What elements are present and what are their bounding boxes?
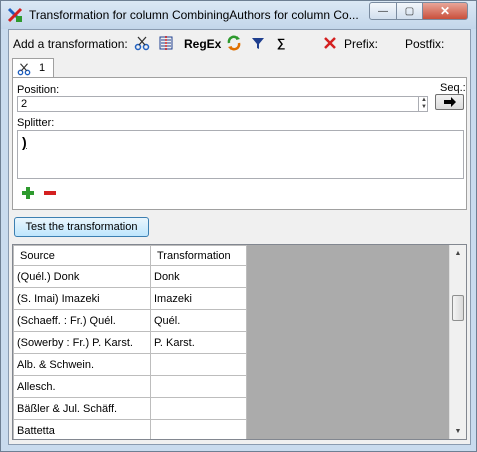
spin-down-icon[interactable]: ▼ (419, 103, 429, 110)
cell-transformation[interactable]: Quél. (150, 309, 247, 332)
position-spinner[interactable]: ▲ ▼ (418, 96, 429, 112)
add-splitter-icon[interactable] (21, 186, 35, 200)
cell-transformation[interactable] (150, 397, 247, 420)
app-window: Transformation for column CombiningAutho… (0, 0, 477, 452)
table-row[interactable]: Battetta (13, 419, 247, 439)
tab-label: 1 (39, 62, 46, 74)
sequence-label: Seq.: (440, 82, 466, 94)
maximize-button[interactable]: ▢ (396, 2, 423, 20)
transformation-panel: Position: Seq.: 2 ▲ ▼ Splitter: ) (12, 77, 467, 210)
table-row[interactable]: (Quél.) Donk Donk (13, 265, 247, 288)
cell-source[interactable]: (Quél.) Donk (13, 265, 151, 288)
spin-up-icon[interactable]: ▲ (419, 96, 429, 103)
position-input[interactable]: 2 (17, 96, 428, 112)
cell-source[interactable]: (Schaeff. : Fr.) Quél. (13, 309, 151, 332)
table-row[interactable]: (Schaeff. : Fr.) Quél. Quél. (13, 309, 247, 332)
cell-source[interactable]: Bäßler & Jul. Schäff. (13, 397, 151, 420)
remove-splitter-icon[interactable] (43, 186, 57, 200)
sequence-button[interactable] (435, 94, 464, 110)
table-row[interactable]: Bäßler & Jul. Schäff. (13, 397, 247, 420)
cell-transformation[interactable]: Donk (150, 265, 247, 288)
position-label: Position: (17, 84, 60, 96)
table-header-row: Source Transformation (13, 245, 247, 266)
cell-source[interactable]: Allesch. (13, 375, 151, 398)
postfix-label: Postfix: (405, 37, 445, 51)
title-bar[interactable]: Transformation for column CombiningAutho… (1, 1, 476, 29)
toolbar: Add a transformation: RegEx ∑ Prefix: Po… (9, 30, 470, 56)
cell-source[interactable]: Battetta (13, 419, 151, 439)
scroll-thumb[interactable] (452, 295, 464, 321)
app-icon (7, 7, 23, 23)
delete-x-icon[interactable] (321, 34, 339, 52)
cell-transformation[interactable] (150, 419, 247, 439)
cell-source[interactable]: (Sowerby : Fr.) P. Karst. (13, 331, 151, 354)
result-table: Source Transformation (Quél.) Donk Donk (… (13, 245, 247, 439)
cell-transformation[interactable] (150, 375, 247, 398)
window-title: Transformation for column CombiningAutho… (29, 8, 359, 22)
table-row[interactable]: (Sowerby : Fr.) P. Karst. P. Karst. (13, 331, 247, 354)
column-header-transformation[interactable]: Transformation (150, 245, 247, 266)
table-row[interactable]: Alb. & Schwein. (13, 353, 247, 376)
table-row[interactable]: Allesch. (13, 375, 247, 398)
cell-source[interactable]: (S. Imai) Imazeki (13, 287, 151, 310)
tab-1[interactable]: 1 (12, 58, 54, 78)
replace-icon[interactable] (225, 34, 243, 52)
close-button[interactable]: ✕ (422, 2, 468, 20)
splitter-textarea[interactable]: ) (17, 130, 464, 179)
cell-transformation[interactable]: P. Karst. (150, 331, 247, 354)
arrow-right-icon (443, 97, 456, 107)
sum-icon[interactable]: ∑ (272, 34, 290, 52)
regex-button[interactable]: RegEx (184, 37, 221, 51)
vertical-scrollbar[interactable]: ▲ ▼ (449, 245, 466, 439)
add-transformation-label: Add a transformation: (13, 37, 128, 51)
table-row[interactable]: (S. Imai) Imazeki Imazeki (13, 287, 247, 310)
minimize-button[interactable]: — (369, 2, 397, 20)
filter-icon[interactable] (249, 34, 267, 52)
scroll-down-icon[interactable]: ▼ (450, 423, 466, 439)
prefix-label: Prefix: (344, 37, 379, 51)
split-columns-icon[interactable] (157, 34, 175, 52)
scissors-icon (17, 63, 31, 76)
result-grid: Source Transformation (Quél.) Donk Donk (… (12, 244, 467, 440)
tab-strip: 1 (9, 56, 470, 78)
splitter-value: ) (22, 134, 27, 150)
client-area: Add a transformation: RegEx ∑ Prefix: Po… (8, 29, 471, 445)
column-header-source[interactable]: Source (13, 245, 151, 266)
scissors-icon[interactable] (133, 34, 151, 52)
test-transformation-button[interactable]: Test the transformation (14, 217, 149, 237)
splitter-label: Splitter: (17, 117, 55, 129)
cell-transformation[interactable] (150, 353, 247, 376)
cell-source[interactable]: Alb. & Schwein. (13, 353, 151, 376)
scroll-up-icon[interactable]: ▲ (450, 245, 466, 261)
cell-transformation[interactable]: Imazeki (150, 287, 247, 310)
